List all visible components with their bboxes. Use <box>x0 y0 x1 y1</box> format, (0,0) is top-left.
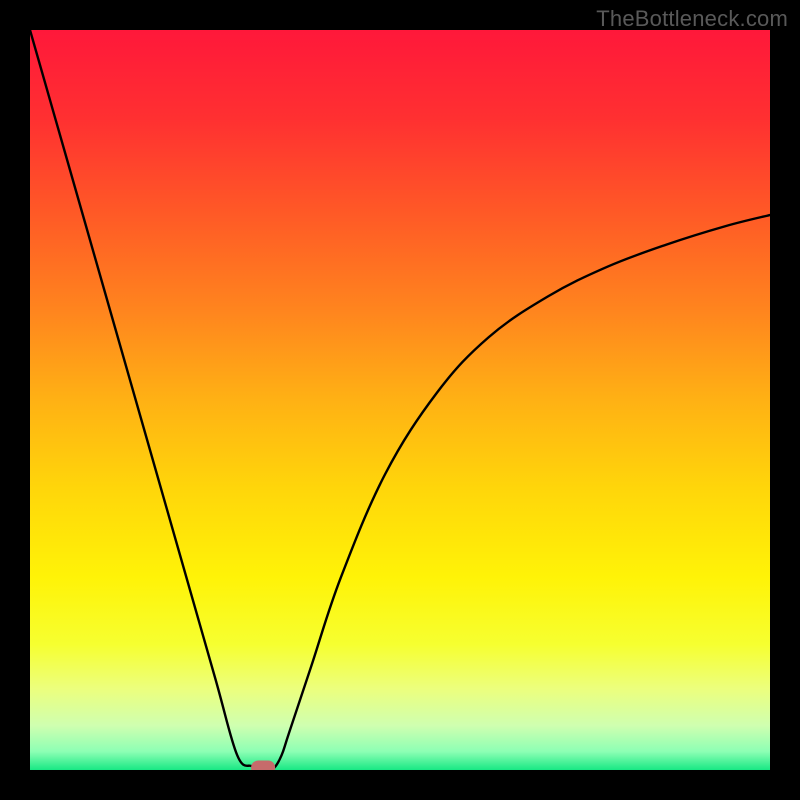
chart-frame <box>30 30 770 770</box>
chart-background <box>30 30 770 770</box>
minimum-marker <box>251 761 275 771</box>
bottleneck-chart <box>30 30 770 770</box>
watermark-text: TheBottleneck.com <box>596 6 788 32</box>
